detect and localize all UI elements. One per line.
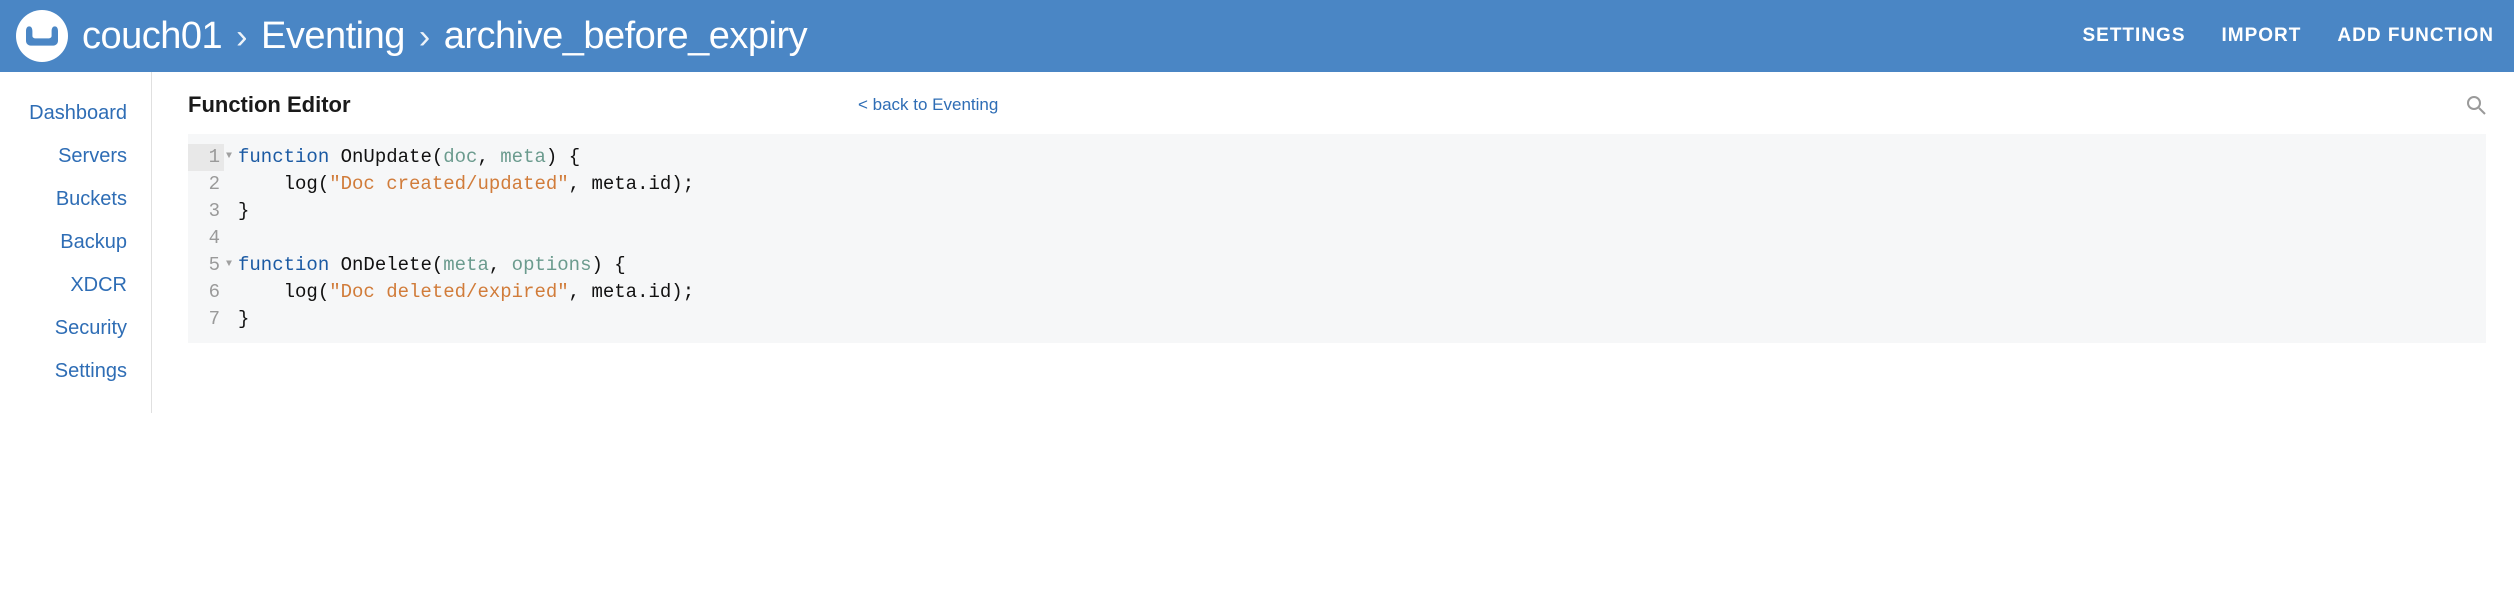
code-line[interactable]: 3} xyxy=(188,198,2486,225)
settings-button[interactable]: SETTINGS xyxy=(2082,25,2185,47)
main-content: Function Editor < back to Eventing 1▼fun… xyxy=(152,72,2514,413)
search-icon[interactable] xyxy=(2466,95,2486,115)
sidebar-item-dashboard[interactable]: Dashboard xyxy=(0,92,127,135)
code-content[interactable]: log("Doc created/updated", meta.id); xyxy=(238,171,694,199)
couchbase-icon xyxy=(26,26,58,46)
code-line[interactable]: 2 log("Doc created/updated", meta.id); xyxy=(188,171,2486,198)
chevron-right-icon: › xyxy=(419,18,430,57)
code-content[interactable]: function OnUpdate(doc, meta) { xyxy=(238,144,580,172)
breadcrumb: couch01 › Eventing › archive_before_expi… xyxy=(82,15,807,58)
code-editor[interactable]: 1▼function OnUpdate(doc, meta) {2 log("D… xyxy=(188,134,2486,343)
code-line[interactable]: 7} xyxy=(188,306,2486,333)
sidebar-item-backup[interactable]: Backup xyxy=(0,221,127,264)
top-bar: couch01 › Eventing › archive_before_expi… xyxy=(0,0,2514,72)
line-number: 5 xyxy=(188,252,224,280)
line-number: 3 xyxy=(188,198,224,226)
code-line[interactable]: 1▼function OnUpdate(doc, meta) { xyxy=(188,144,2486,171)
sidebar-item-servers[interactable]: Servers xyxy=(0,135,127,178)
sidebar-item-buckets[interactable]: Buckets xyxy=(0,178,127,221)
breadcrumb-section[interactable]: Eventing xyxy=(261,15,405,58)
back-to-eventing-link[interactable]: < back to Eventing xyxy=(858,95,998,115)
breadcrumb-node[interactable]: couch01 xyxy=(82,15,222,58)
fold-toggle-icon[interactable]: ▼ xyxy=(224,258,238,273)
fold-toggle-icon[interactable]: ▼ xyxy=(224,150,238,165)
line-number: 7 xyxy=(188,306,224,334)
line-number: 6 xyxy=(188,279,224,307)
code-line[interactable]: 5▼function OnDelete(meta, options) { xyxy=(188,252,2486,279)
line-number: 1 xyxy=(188,144,224,172)
code-content[interactable]: log("Doc deleted/expired", meta.id); xyxy=(238,279,694,307)
code-line[interactable]: 6 log("Doc deleted/expired", meta.id); xyxy=(188,279,2486,306)
sidebar-item-xdcr[interactable]: XDCR xyxy=(0,264,127,307)
line-number: 2 xyxy=(188,171,224,199)
sidebar: Dashboard Servers Buckets Backup XDCR Se… xyxy=(0,72,152,413)
header-actions: SETTINGS IMPORT ADD FUNCTION xyxy=(2082,25,2494,47)
line-number: 4 xyxy=(188,225,224,253)
breadcrumb-current: archive_before_expiry xyxy=(444,15,807,58)
couchbase-logo[interactable] xyxy=(16,10,68,62)
code-content[interactable]: } xyxy=(238,306,249,334)
import-button[interactable]: IMPORT xyxy=(2222,25,2302,47)
code-content[interactable]: function OnDelete(meta, options) { xyxy=(238,252,626,280)
sidebar-item-settings[interactable]: Settings xyxy=(0,350,127,393)
code-line[interactable]: 4 xyxy=(188,225,2486,252)
chevron-right-icon: › xyxy=(236,18,247,57)
add-function-button[interactable]: ADD FUNCTION xyxy=(2337,25,2494,47)
code-content[interactable]: } xyxy=(238,198,249,226)
page-title: Function Editor xyxy=(188,92,858,118)
sidebar-item-security[interactable]: Security xyxy=(0,307,127,350)
